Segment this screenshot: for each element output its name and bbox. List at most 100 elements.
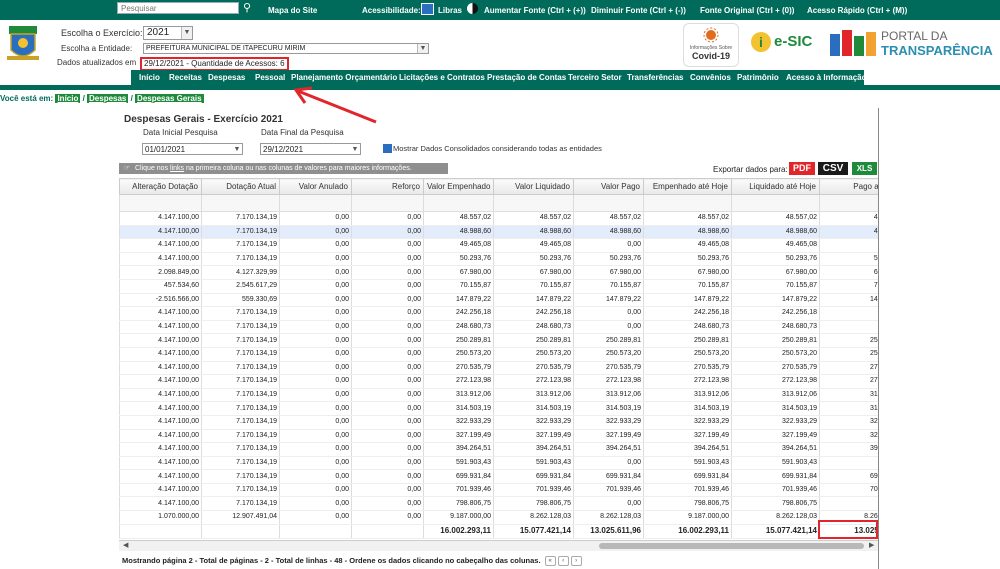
table-cell[interactable]: 798.806,75 bbox=[423, 496, 494, 512]
site-map-link[interactable]: Mapa do Site bbox=[268, 6, 317, 15]
table-row[interactable]: 4.147.100,00 7.170.134,19 0,00 0,00 314.503,… bbox=[119, 401, 878, 416]
table-cell[interactable]: 0,00 bbox=[573, 238, 644, 253]
table-cell[interactable]: 49.465,08 bbox=[493, 238, 574, 253]
table-row[interactable]: 4.147.100,00 7.170.134,19 0,00 0,00 250.573,… bbox=[119, 347, 878, 362]
table-row[interactable]: 2.098.849,00 4.127.329,99 0,00 0,00 67.980,0… bbox=[119, 265, 878, 280]
column-filter[interactable] bbox=[351, 194, 424, 212]
table-cell[interactable]: 67.980,00 bbox=[643, 265, 732, 280]
table-cell[interactable]: 313.912,06 bbox=[731, 388, 820, 403]
table-cell[interactable]: 48.557,02 bbox=[731, 211, 820, 226]
table-cell[interactable]: 272.123,98 bbox=[643, 374, 732, 389]
table-cell[interactable]: 798.806,75 bbox=[643, 496, 732, 512]
table-cell[interactable]: 70.155,87 bbox=[731, 279, 820, 294]
table-cell[interactable]: 0,00 bbox=[819, 456, 878, 471]
breadcrumb-despesas[interactable]: Despesas bbox=[87, 94, 129, 103]
table-cell[interactable]: 242.256,18 bbox=[493, 306, 574, 321]
table-cell[interactable]: 798.806,75 bbox=[493, 496, 574, 512]
table-cell[interactable]: 272.123,98 bbox=[493, 374, 574, 389]
table-cell[interactable]: 313.912,06 bbox=[643, 388, 732, 403]
table-cell[interactable]: 49.465,08 bbox=[731, 238, 820, 253]
covid-info-logo[interactable]: Informações Sobre Covid-19 bbox=[683, 23, 739, 67]
table-row[interactable]: 4.147.100,00 7.170.134,19 0,00 0,00 394.264,… bbox=[119, 442, 878, 457]
nav-despesas[interactable]: Despesas bbox=[208, 73, 245, 82]
table-cell[interactable]: 49.465,08 bbox=[643, 238, 732, 253]
table-cell[interactable]: 701.939,46 bbox=[731, 483, 820, 498]
table-row[interactable]: 4.147.100,00 7.170.134,19 0,00 0,00 250.289,… bbox=[119, 333, 878, 348]
nav-prestacao-contas[interactable]: Prestação de Contas bbox=[487, 73, 566, 82]
table-cell[interactable]: 327.199,49 bbox=[423, 429, 494, 444]
table-cell[interactable]: 394.264,51 bbox=[731, 442, 820, 457]
table-cell[interactable]: 798.806,75 bbox=[731, 496, 820, 512]
table-cell[interactable]: 270.535,79 bbox=[423, 361, 494, 376]
table-cell[interactable]: 48.988,60 bbox=[643, 225, 732, 240]
table-cell[interactable]: 394.264,51 bbox=[493, 442, 574, 457]
column-header[interactable]: Reforço bbox=[351, 178, 424, 195]
table-cell[interactable]: 270.535,79 bbox=[819, 361, 878, 376]
table-cell[interactable]: 699.931,84 bbox=[423, 469, 494, 484]
table-cell[interactable]: 270.535,79 bbox=[731, 361, 820, 376]
table-cell[interactable]: 48.988,60 bbox=[819, 225, 878, 240]
table-row[interactable]: 4.147.100,00 7.170.134,19 0,00 0,00 327.199,… bbox=[119, 429, 878, 444]
table-cell[interactable]: 8.262.128,03 bbox=[573, 510, 644, 525]
table-cell[interactable]: 322.933,29 bbox=[573, 415, 644, 430]
table-cell[interactable]: 250.289,81 bbox=[643, 333, 732, 348]
quick-access-link[interactable]: Acesso Rápido (Ctrl + (M)) bbox=[807, 6, 907, 15]
nav-planejamento[interactable]: Planejamento Orçamentário bbox=[291, 73, 397, 82]
table-cell[interactable]: 147.879,22 bbox=[731, 293, 820, 308]
table-cell[interactable]: 0,00 bbox=[573, 306, 644, 321]
table-row[interactable]: -2.516.566,00 559.330,69 0,00 0,00 147.879,2… bbox=[119, 293, 878, 308]
nav-licitacoes[interactable]: Licitações e Contratos bbox=[399, 73, 485, 82]
table-cell[interactable]: 250.289,81 bbox=[573, 333, 644, 348]
column-filter[interactable] bbox=[119, 194, 202, 212]
next-page-icon[interactable]: › bbox=[570, 556, 582, 567]
exercicio-select[interactable]: 2021 ▼ bbox=[143, 26, 193, 40]
table-cell[interactable]: 48.988,60 bbox=[573, 225, 644, 240]
table-cell[interactable]: 50.293,76 bbox=[643, 252, 732, 267]
table-cell[interactable]: 313.912,06 bbox=[493, 388, 574, 403]
table-cell[interactable]: 50.293,76 bbox=[493, 252, 574, 267]
table-cell[interactable]: 48.557,02 bbox=[493, 211, 574, 226]
table-cell[interactable]: 49.465,08 bbox=[423, 238, 494, 253]
table-cell[interactable]: 50.293,76 bbox=[731, 252, 820, 267]
table-cell[interactable]: 250.573,20 bbox=[643, 347, 732, 362]
column-header[interactable]: Valor Empenhado bbox=[423, 178, 494, 195]
breadcrumb-inicio[interactable]: Início bbox=[55, 94, 81, 103]
table-cell[interactable]: 701.939,46 bbox=[493, 483, 574, 498]
table-cell[interactable]: 327.199,49 bbox=[819, 429, 878, 444]
table-cell[interactable]: 0,00 bbox=[819, 496, 878, 512]
column-filter[interactable] bbox=[423, 194, 494, 212]
entidade-select[interactable]: PREFEITURA MUNICIPAL DE ITAPECURU MIRIM ▼ bbox=[143, 43, 429, 54]
column-header[interactable]: Valor Liquidado bbox=[493, 178, 574, 195]
table-cell[interactable]: 701.939,46 bbox=[819, 483, 878, 498]
table-cell[interactable]: 270.535,79 bbox=[493, 361, 574, 376]
prev-page-icon[interactable]: ‹ bbox=[557, 556, 569, 567]
table-cell[interactable]: 313.912,06 bbox=[819, 388, 878, 403]
table-cell[interactable]: 327.199,49 bbox=[493, 429, 574, 444]
table-cell[interactable]: 394.264,51 bbox=[819, 442, 878, 457]
table-cell[interactable]: 314.503,19 bbox=[573, 401, 644, 416]
column-filter[interactable] bbox=[819, 194, 878, 212]
end-date-select[interactable]: 29/12/2021 ▼ bbox=[260, 143, 361, 155]
export-csv-button[interactable]: CSV bbox=[818, 162, 848, 175]
table-cell[interactable]: 70.155,87 bbox=[819, 279, 878, 294]
table-cell[interactable]: 701.939,46 bbox=[643, 483, 732, 498]
nav-convenios[interactable]: Convênios bbox=[690, 73, 731, 82]
nav-patrimonio[interactable]: Patrimônio bbox=[737, 73, 779, 82]
column-header[interactable]: Valor Anulado bbox=[279, 178, 352, 195]
column-header[interactable]: Valor Pago bbox=[573, 178, 644, 195]
table-cell[interactable]: 394.264,51 bbox=[643, 442, 732, 457]
table-cell[interactable]: 8.262.128,03 bbox=[493, 510, 574, 525]
table-cell[interactable]: 701.939,46 bbox=[423, 483, 494, 498]
column-filter[interactable] bbox=[643, 194, 732, 212]
esic-logo[interactable]: i e-SIC bbox=[751, 30, 815, 54]
table-row[interactable]: 4.147.100,00 7.170.134,19 0,00 0,00 48.988,6… bbox=[119, 225, 878, 240]
table-cell[interactable]: 8.262.128,03 bbox=[731, 510, 820, 525]
table-cell[interactable]: 67.980,00 bbox=[573, 265, 644, 280]
column-header[interactable]: Alteração Dotação bbox=[119, 178, 202, 195]
table-row[interactable]: 4.147.100,00 7.170.134,19 0,00 0,00 50.293,7… bbox=[119, 252, 878, 267]
table-row[interactable]: 4.147.100,00 7.170.134,19 0,00 0,00 49.465,0… bbox=[119, 238, 878, 253]
table-cell[interactable]: 699.931,84 bbox=[573, 469, 644, 484]
table-cell[interactable]: 394.264,51 bbox=[423, 442, 494, 457]
horizontal-scrollbar[interactable]: ◀ ▶ bbox=[119, 540, 878, 551]
table-cell[interactable]: 314.503,19 bbox=[423, 401, 494, 416]
